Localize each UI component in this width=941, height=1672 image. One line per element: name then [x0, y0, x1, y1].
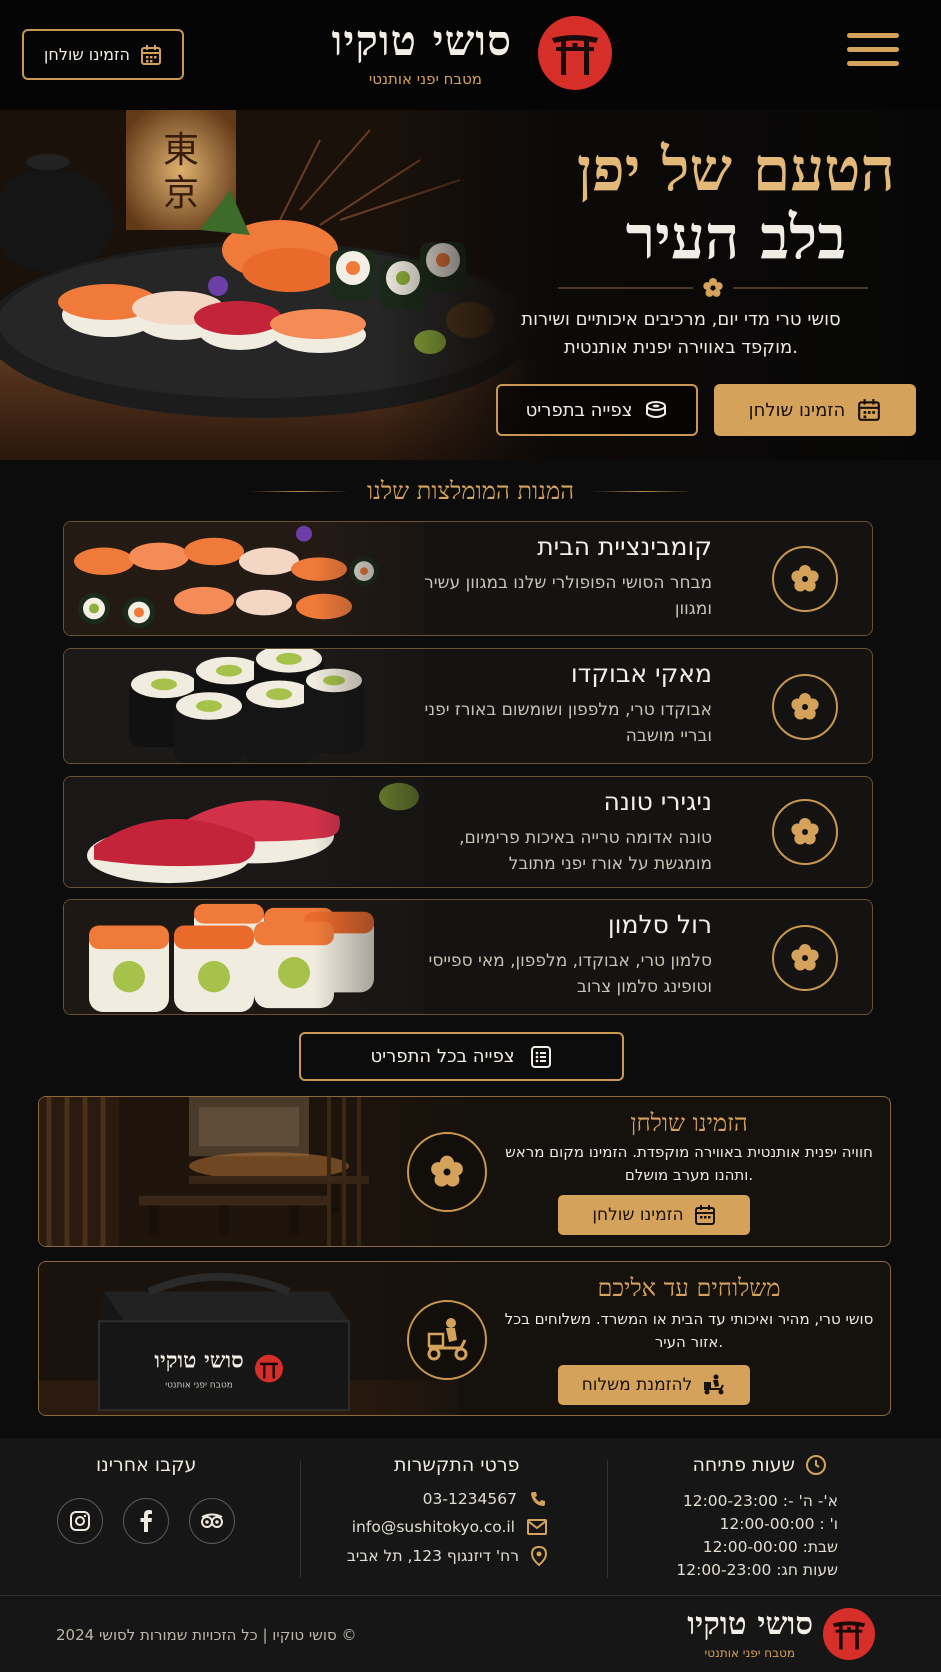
- calendar-icon: [857, 398, 881, 422]
- site-header: הזמינו שולחן סושי טוקיו מטבח יפני אותנטי: [0, 0, 941, 110]
- hours-title: שעות פתיחה: [692, 1454, 796, 1476]
- brand-name: סושי טוקיו: [331, 16, 512, 65]
- dish-name: קומבינציית הבית: [537, 532, 712, 561]
- dish-name: ניגירי טונה: [603, 787, 712, 816]
- bag-tagline: מטבח יפני אותנטי: [165, 1380, 233, 1390]
- brand-logo[interactable]: סושי טוקיו מטבח יפני אותנטי: [282, 16, 612, 92]
- delivery-order-button[interactable]: להזמנת משלוח: [558, 1365, 750, 1405]
- reservation-button-label: הזמינו שולחן: [592, 1205, 684, 1225]
- phone-link[interactable]: 03-1234567: [423, 1490, 547, 1508]
- view-full-menu-button[interactable]: צפייה בכל התפריט: [299, 1032, 624, 1081]
- email-link[interactable]: info@sushitokyo.co.il: [352, 1518, 547, 1536]
- hero-menu-label: צפייה בתפריט: [525, 399, 633, 421]
- hamburger-icon[interactable]: [847, 33, 899, 73]
- facebook-icon[interactable]: [123, 1498, 169, 1544]
- hours-list: א'- ה' -: 12:00-23:00 ו' : 12:00-00:00 ש…: [676, 1490, 838, 1582]
- footer-brand-logo[interactable]: סושי טוקיו מטבח יפני אותנטי: [655, 1606, 875, 1664]
- address-link[interactable]: רח' דיזנגוף 123, תל אביב: [347, 1546, 547, 1566]
- contact-details: פרטי התקשרות: [394, 1454, 519, 1476]
- dish-card[interactable]: מאקי אבוקדו אבוקדו טרי, מלפפון ושומשום ב…: [63, 648, 873, 764]
- instagram-icon[interactable]: [57, 1498, 103, 1544]
- sakura-icon: [772, 674, 838, 740]
- dish-description: סלמון טרי, אבוקדו, מלפפון, מאי ספייסי וט…: [428, 951, 712, 997]
- reservation-panel: הזמינו שולחן חוויה יפנית אותנטית באווירה…: [38, 1096, 891, 1247]
- delivery-scooter-icon: [407, 1300, 487, 1380]
- hero-menu-button[interactable]: צפייה בתפריט: [496, 384, 698, 436]
- phone-icon: [529, 1490, 547, 1508]
- dish-card[interactable]: קומבינציית הבית מבחר הסושי הפופולרי שלנו…: [63, 521, 873, 636]
- torii-logo-icon: [538, 16, 612, 90]
- dish-description: מבחר הסושי הפופולרי שלנו במגוון עשיר ומג…: [424, 573, 712, 619]
- dish-card[interactable]: ניגירי טונה טונה אדומה טרייה באיכות פרימ…: [63, 776, 873, 888]
- view-menu-label: צפייה בכל התפריט: [370, 1046, 515, 1067]
- sushi-roll-icon: [644, 398, 668, 422]
- brand-tagline: מטבח יפני אותנטי: [368, 70, 482, 88]
- featured-section-title: המנות המומלצות שלנו: [0, 474, 941, 508]
- copyright: סושי טוקיו | כל הזכויות שמורות לסושי 202…: [56, 1626, 357, 1644]
- dish-description: אבוקדו טרי, מלפפון ושומשום באורז יפני וב…: [424, 700, 713, 746]
- dish-card[interactable]: רול סלמון סלמון טרי, אבוקדו, מלפפון, מאי…: [63, 899, 873, 1015]
- site-footer: שעות פתיחה א'- ה' -: 12:00-23:00 ו' : 12…: [0, 1438, 941, 1672]
- sakura-icon: [772, 799, 838, 865]
- social-links: עקבו אחרינו: [96, 1454, 196, 1476]
- reservation-text: חוויה יפנית אותנטית באווירה מוקפדת. הזמי…: [505, 1143, 873, 1184]
- calendar-icon: [140, 44, 162, 66]
- clock-icon: [805, 1454, 827, 1476]
- sushi-platter-image: 東 京: [0, 110, 540, 460]
- featured-title: המנות המומלצות שלנו: [366, 476, 574, 505]
- social-title: עקבו אחרינו: [96, 1454, 197, 1476]
- location-pin-icon: [531, 1546, 547, 1566]
- hero-reserve-label: הזמינו שולחן: [748, 399, 846, 421]
- calendar-icon: [694, 1204, 716, 1226]
- contact-title: פרטי התקשרות: [394, 1454, 520, 1476]
- sakura-icon: [407, 1132, 487, 1212]
- bag-brand-name: סושי טוקיו: [154, 1348, 243, 1374]
- hero-description: סושי טרי מדי יום, מרכיבים איכותיים ושירו…: [521, 309, 841, 358]
- hours-row: ו' : 12:00-00:00: [719, 1515, 839, 1533]
- dish-description: טונה אדומה טרייה באיכות פרימיום, מומגשת …: [459, 828, 712, 874]
- reservation-title: הזמינו שולחן: [630, 1109, 748, 1137]
- scooter-icon: [702, 1374, 726, 1396]
- footer-brand-name: סושי טוקיו: [687, 1606, 813, 1642]
- street-address: רח' דיזנגוף 123, תל אביב: [346, 1547, 519, 1565]
- hero-title: הטעם של יפן בלב העיר: [577, 136, 895, 272]
- hours-row: שעות חג: 12:00-23:00: [676, 1561, 838, 1579]
- phone-number: 03-1234567: [422, 1490, 517, 1508]
- sakura-icon: [772, 546, 838, 612]
- dish-name: רול סלמון: [607, 910, 712, 939]
- ornament-divider: [558, 278, 868, 298]
- sakura-icon: [772, 925, 838, 991]
- reservation-button[interactable]: הזמינו שולחן: [558, 1195, 750, 1235]
- hero-section: 東 京 הטעם של יפן: [0, 110, 941, 460]
- hero-reserve-button[interactable]: הזמינו שולחן: [714, 384, 916, 436]
- delivery-text: סושי טרי, מהיר ואיכותי עד הבית או המשרד.…: [504, 1310, 874, 1351]
- delivery-title: משלוחים עד אליכם: [597, 1274, 781, 1302]
- menu-list-icon: [529, 1045, 553, 1069]
- email-address: info@sushitokyo.co.il: [351, 1518, 515, 1536]
- delivery-button-label: להזמנת משלוח: [581, 1375, 693, 1395]
- footer-brand-tagline: מטבח יפני אותנטי: [704, 1646, 795, 1660]
- torii-logo-icon: [823, 1608, 875, 1660]
- opening-hours: שעות פתיחה: [693, 1454, 828, 1476]
- dish-name: מאקי אבוקדו: [570, 659, 712, 688]
- tripadvisor-icon[interactable]: [189, 1498, 235, 1544]
- hero-title-line2: בלב העיר: [625, 203, 847, 273]
- hours-row: א'- ה' -: 12:00-23:00: [682, 1492, 838, 1510]
- delivery-panel: סושי טוקיו מטבח יפני אותנטי משלוחים עד א…: [38, 1261, 891, 1416]
- hero-title-line1: הטעם של יפן: [576, 135, 895, 205]
- mail-icon: [527, 1519, 547, 1535]
- header-reserve-button[interactable]: הזמינו שולחן: [22, 29, 184, 80]
- reserve-label: הזמינו שולחן: [44, 45, 130, 64]
- hours-row: שבת: 12:00-00:00: [702, 1538, 838, 1556]
